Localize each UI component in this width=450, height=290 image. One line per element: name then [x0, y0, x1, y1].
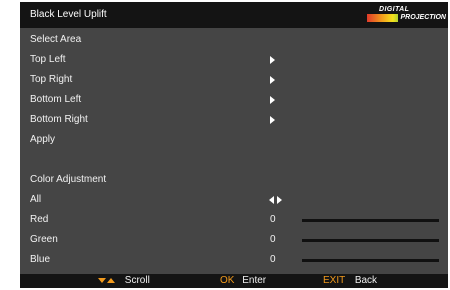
menu-item-label: Select Area [30, 34, 82, 45]
back-label: Back [354, 275, 378, 286]
section-heading: Color Adjustment [30, 174, 107, 185]
enter-label: Enter [242, 275, 267, 286]
menu-item-label: Top Right [30, 74, 73, 85]
arrow-left-icon[interactable] [269, 196, 274, 204]
menu-title: Black Level Uplift [30, 9, 107, 20]
menu-item-label: Bottom Right [30, 114, 88, 125]
green-value: 0 [270, 234, 276, 245]
menu-item-select-area[interactable]: Select Area [20, 30, 448, 50]
scroll-label: Scroll [124, 275, 150, 286]
menu-item-red[interactable]: Red 0 [20, 210, 448, 230]
up-down-arrows-icon [98, 275, 115, 286]
menu-item-top-right[interactable]: Top Right [20, 70, 448, 90]
menu-item-label: Top Left [30, 54, 66, 65]
blue-value: 0 [270, 254, 276, 265]
osd-menu: Black Level Uplift DIGITAL PROJECTION Se… [20, 2, 448, 288]
red-slider[interactable] [302, 219, 439, 222]
menu-item-label: Green [30, 234, 58, 245]
red-value: 0 [270, 214, 276, 225]
scroll-hint: Scroll [98, 274, 150, 288]
menu-item-label: All [30, 194, 42, 205]
arrow-right-icon[interactable] [270, 76, 275, 84]
back-hint: EXIT Back [323, 274, 377, 288]
left-right-arrows-icon[interactable] [269, 196, 283, 204]
blue-slider[interactable] [302, 259, 439, 262]
menu-item-color-adjustment: Color Adjustment [20, 170, 448, 190]
menu-item-blue[interactable]: Blue 0 [20, 250, 448, 270]
menu-item-label: Bottom Left [30, 94, 82, 105]
help-footer: Scroll OK Enter EXIT Back [20, 274, 448, 288]
arrow-right-icon[interactable] [277, 196, 282, 204]
title-bar: Black Level Uplift DIGITAL PROJECTION [20, 2, 448, 28]
arrow-right-icon[interactable] [270, 96, 275, 104]
menu-item-label: Blue [30, 254, 51, 265]
arrow-right-icon[interactable] [270, 116, 275, 124]
exit-key: EXIT [323, 275, 346, 286]
logo-text-digital: DIGITAL [379, 6, 410, 13]
menu-item-top-left[interactable]: Top Left [20, 50, 448, 70]
menu-item-green[interactable]: Green 0 [20, 230, 448, 250]
logo-text-projection: PROJECTION [398, 14, 448, 22]
enter-hint: OK Enter [220, 274, 266, 288]
menu-item-label: Red [30, 214, 49, 225]
menu-item-bottom-right[interactable]: Bottom Right [20, 110, 448, 130]
green-slider[interactable] [302, 239, 439, 242]
menu-item-bottom-left[interactable]: Bottom Left [20, 90, 448, 110]
menu-item-all[interactable]: All [20, 190, 448, 210]
menu-item-apply[interactable]: Apply [20, 130, 448, 150]
ok-key: OK [220, 275, 235, 286]
digital-projection-logo: DIGITAL PROJECTION [365, 6, 448, 22]
menu-item-label: Apply [30, 134, 56, 145]
arrow-right-icon[interactable] [270, 56, 275, 64]
